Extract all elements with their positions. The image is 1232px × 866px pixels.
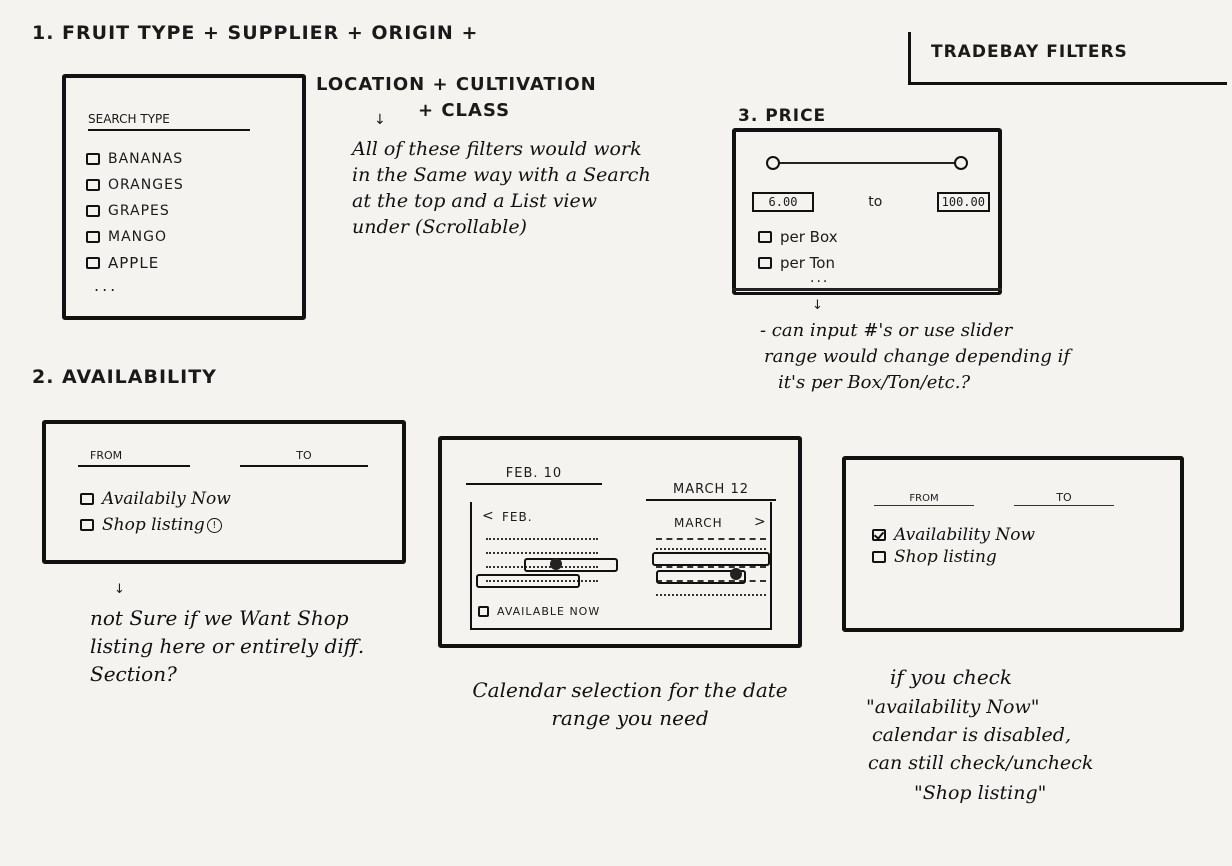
price-filter-panel: 6.00 to 100.00 per Box per Ton xyxy=(732,128,1002,295)
price-heading: 3. PRICE xyxy=(738,106,827,126)
header-title-line3: + CLASS xyxy=(418,100,511,121)
availability-note: not Sure if we Want Shop listing here or… xyxy=(90,606,365,686)
price-to-label: to xyxy=(868,194,883,210)
price-min-input[interactable]: 6.00 xyxy=(752,192,814,212)
fruit-option-label: ORANGES xyxy=(108,177,184,193)
calendar-inner: < FEB. MARCH > AVAILABLE NOW xyxy=(470,502,772,630)
fruit-option[interactable]: ORANGES xyxy=(86,172,184,198)
fruit-filter-note: All of these filters would work in the S… xyxy=(352,138,651,238)
price-max-input[interactable]: 100.00 xyxy=(936,192,990,212)
availability-now-option[interactable]: Availabily Now xyxy=(80,486,231,512)
available-now-label: AVAILABLE NOW xyxy=(497,604,601,618)
fruit-search-label: SEARCH TYPE xyxy=(88,112,170,126)
price-more-indicator: ... xyxy=(810,270,830,286)
checkbox-icon[interactable] xyxy=(86,205,100,217)
price-note-line2: range would change depending if xyxy=(764,346,1071,367)
next-month-icon[interactable]: > xyxy=(754,514,766,530)
checked-note-line1: if you check xyxy=(890,665,1012,689)
checked-note-line5: "Shop listing" xyxy=(914,782,1047,804)
price-note-line3: it's per Box/Ton/etc.? xyxy=(778,372,971,393)
fruit-options-list: BANANAS ORANGES GRAPES MANGO APPLE ... xyxy=(86,146,184,295)
fruit-option[interactable]: APPLE xyxy=(86,250,184,276)
checkbox-icon[interactable] xyxy=(872,551,886,563)
header-title-line1: 1. FRUIT TYPE + SUPPLIER + ORIGIN + xyxy=(32,22,479,44)
right-month-label: MARCH xyxy=(674,516,723,530)
price-note-line1: - can input #'s or use slider xyxy=(760,320,1013,341)
to-label: TO xyxy=(296,449,312,462)
available-now-option[interactable]: AVAILABLE NOW xyxy=(478,598,600,624)
header-title-line2: LOCATION + CULTIVATION xyxy=(316,74,597,95)
page-tag: TRADEBAY FILTERS xyxy=(908,32,1227,85)
fruit-option-label: BANANAS xyxy=(108,151,184,167)
slider-track xyxy=(774,162,960,164)
from-field[interactable]: FROM xyxy=(78,444,190,467)
from-label: FROM xyxy=(909,493,939,504)
checkbox-icon[interactable] xyxy=(758,231,772,243)
shop-listing-label: Shop listing xyxy=(102,515,205,535)
fruit-option[interactable]: GRAPES xyxy=(86,198,184,224)
slider-max-handle[interactable] xyxy=(954,156,968,170)
selected-day-marker-icon[interactable] xyxy=(550,558,562,570)
shop-listing-label: Shop listing xyxy=(894,547,997,567)
down-arrow-icon: ↓ xyxy=(114,582,125,597)
to-date-value: MARCH 12 xyxy=(672,482,750,497)
checkbox-icon[interactable] xyxy=(478,605,489,617)
calendar-filter-panel: FEB. 10 MARCH 12 < FEB. MARCH > AVAILABL… xyxy=(438,436,802,648)
left-month-label: FEB. xyxy=(502,510,533,524)
to-field[interactable]: TO xyxy=(240,444,368,467)
availability-filter-panel: FROM TO Availabily Now Shop listing ! xyxy=(42,420,406,564)
to-date-field[interactable]: MARCH 12 xyxy=(646,478,776,501)
checked-checkbox-icon[interactable] xyxy=(872,529,886,541)
info-circle-icon[interactable]: ! xyxy=(206,517,222,533)
page-tag-label: TRADEBAY FILTERS xyxy=(931,42,1128,62)
fruit-option-label: GRAPES xyxy=(108,203,170,219)
price-slider[interactable] xyxy=(766,156,968,170)
fruit-more-indicator: ... xyxy=(94,276,119,295)
fruit-option[interactable]: MANGO xyxy=(86,224,184,250)
price-unit-label: per Box xyxy=(780,228,838,246)
checkbox-icon[interactable] xyxy=(86,179,100,191)
fruit-option[interactable]: BANANAS xyxy=(86,146,184,172)
availability-now-label: Availabily Now xyxy=(102,489,231,509)
checked-note-line2: "availability Now" xyxy=(866,696,1040,718)
to-field[interactable]: TO xyxy=(1014,486,1114,506)
checkbox-icon[interactable] xyxy=(758,257,772,269)
checked-note-line3: calendar is disabled, xyxy=(872,724,1072,746)
calendar-note: Calendar selection for the date range yo… xyxy=(472,678,788,730)
fruit-option-label: MANGO xyxy=(108,229,167,245)
checkbox-icon[interactable] xyxy=(80,493,94,505)
fruit-type-filter-panel: SEARCH TYPE BANANAS ORANGES GRAPES MANGO… xyxy=(62,74,306,320)
shop-listing-option[interactable]: Shop listing ! xyxy=(80,512,231,538)
selected-day-marker-icon[interactable] xyxy=(730,568,742,580)
from-field[interactable]: FROM xyxy=(874,486,974,506)
down-arrow-icon: ↓ xyxy=(812,298,823,313)
fruit-search-field[interactable]: SEARCH TYPE xyxy=(88,108,250,131)
from-date-value: FEB. 10 xyxy=(505,466,563,481)
selected-range-band xyxy=(524,558,618,572)
down-arrow-icon: ↓ xyxy=(374,112,386,128)
availability-checked-panel: FROM TO Availability Now Shop listing xyxy=(842,456,1184,632)
checkbox-icon[interactable] xyxy=(86,257,100,269)
from-label: FROM xyxy=(90,449,123,462)
checkbox-icon[interactable] xyxy=(86,153,100,165)
price-divider xyxy=(732,288,1002,291)
prev-month-icon[interactable]: < xyxy=(482,508,494,524)
selected-range-band xyxy=(476,574,580,588)
from-date-field[interactable]: FEB. 10 xyxy=(466,462,602,485)
price-unit-option[interactable]: per Box xyxy=(758,224,838,250)
checkbox-icon[interactable] xyxy=(86,231,100,243)
checkbox-icon[interactable] xyxy=(80,519,94,531)
to-label: TO xyxy=(1056,491,1072,504)
slider-min-handle[interactable] xyxy=(766,156,780,170)
selected-range-band xyxy=(652,552,770,566)
availability-heading: 2. AVAILABILITY xyxy=(32,366,217,388)
checked-note-line4: can still check/uncheck xyxy=(868,752,1094,774)
fruit-option-label: APPLE xyxy=(108,254,160,272)
